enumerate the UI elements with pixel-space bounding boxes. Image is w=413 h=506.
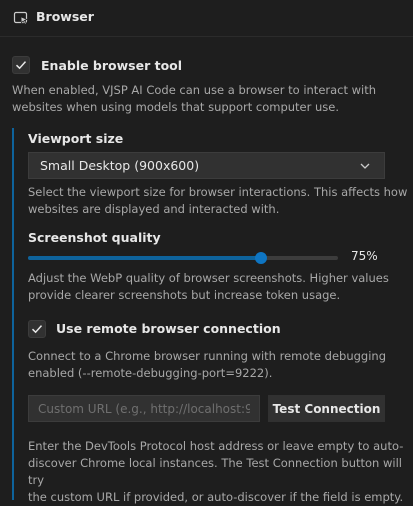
slider-fill <box>28 256 261 260</box>
enable-browser-tool-checkbox[interactable] <box>12 56 30 74</box>
enable-browser-tool-label: Enable browser tool <box>41 58 183 73</box>
checkmark-icon <box>31 325 43 334</box>
viewport-size-description: Select the viewport size for browser int… <box>28 185 408 216</box>
section-header: Browser <box>0 0 413 37</box>
chevron-down-icon <box>360 163 370 169</box>
slider-thumb[interactable] <box>254 252 267 264</box>
viewport-size-dropdown[interactable]: Small Desktop (900x600) <box>28 152 385 179</box>
remote-connection-description: Connect to a Chrome browser running with… <box>28 349 386 380</box>
browser-cursor-icon <box>13 11 28 25</box>
remote-connection-checkbox[interactable] <box>28 320 46 338</box>
section-title: Browser <box>36 9 94 24</box>
viewport-size-label: Viewport size <box>28 131 124 146</box>
remote-connection-help-text: Enter the DevTools Protocol host address… <box>28 439 404 504</box>
screenshot-quality-label: Screenshot quality <box>28 230 161 245</box>
custom-url-input[interactable] <box>28 395 260 422</box>
screenshot-quality-description: Adjust the WebP quality of browser scree… <box>28 271 389 302</box>
viewport-size-selected: Small Desktop (900x600) <box>40 158 200 173</box>
test-connection-button[interactable]: Test Connection <box>268 395 385 422</box>
checkmark-icon <box>15 61 27 70</box>
subsection-accent-bar <box>12 128 14 500</box>
enable-browser-tool-description: When enabled, VJSP AI Code can use a bro… <box>12 83 377 114</box>
screenshot-quality-slider[interactable] <box>28 252 338 264</box>
screenshot-quality-value: 75% <box>351 249 378 263</box>
remote-connection-label: Use remote browser connection <box>56 321 281 336</box>
